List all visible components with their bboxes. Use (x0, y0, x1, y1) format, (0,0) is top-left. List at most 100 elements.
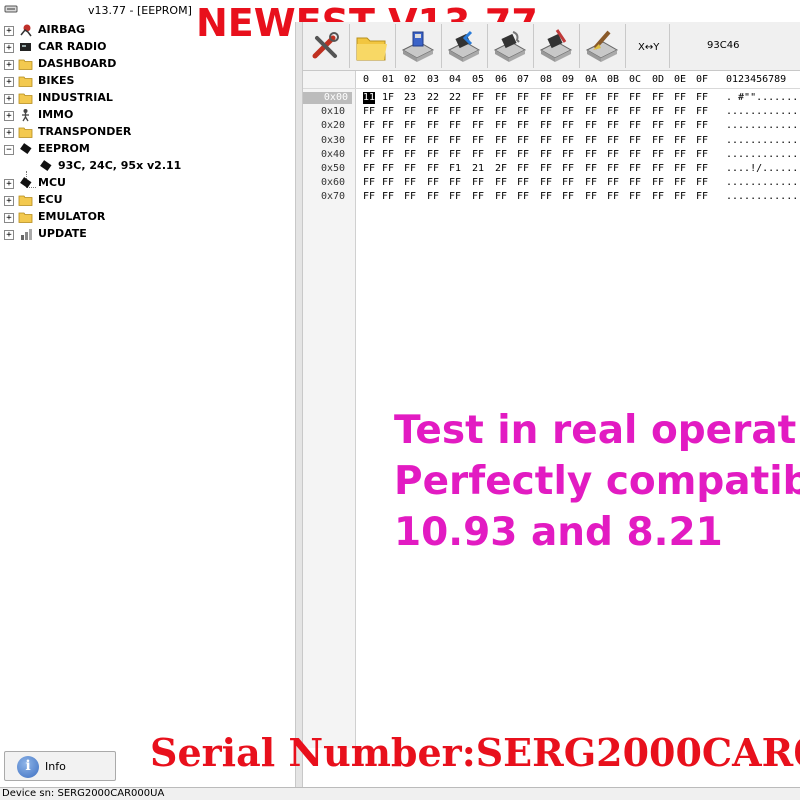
tree-item-industrial[interactable]: + INDUSTRIAL (0, 90, 295, 107)
hex-byte-cell[interactable]: FF (404, 191, 416, 203)
hex-byte-cell[interactable]: FF (629, 177, 641, 189)
hex-byte-cell[interactable]: FF (517, 135, 529, 147)
save-button[interactable] (397, 24, 439, 68)
expander-icon[interactable]: + (4, 213, 14, 223)
hex-byte-cell[interactable]: FF (472, 191, 484, 203)
hex-byte-cell[interactable]: FF (629, 191, 641, 203)
hex-byte-cell[interactable]: FF (382, 120, 394, 132)
write-button[interactable] (535, 24, 577, 68)
hex-byte-cell[interactable]: FF (696, 163, 708, 175)
hex-byte-cell[interactable]: 11 (363, 92, 376, 104)
hex-byte-cell[interactable]: FF (517, 191, 529, 203)
hex-byte-cell[interactable]: FF (629, 149, 641, 161)
hex-byte-cell[interactable]: FF (517, 149, 529, 161)
hex-byte-cell[interactable]: FF (562, 163, 574, 175)
hex-byte-cell[interactable]: FF (540, 106, 552, 118)
hex-byte-cell[interactable]: FF (629, 135, 641, 147)
hex-byte-cell[interactable]: FF (495, 135, 507, 147)
tree-item-ecu[interactable]: + ECU (0, 192, 295, 209)
hex-byte-cell[interactable]: FF (585, 106, 597, 118)
tree-item-mcu[interactable]: + MCU (0, 175, 295, 192)
hex-byte-cell[interactable]: FF (427, 191, 439, 203)
hex-byte-cell[interactable]: FF (382, 106, 394, 118)
hex-byte-cell[interactable]: FF (629, 163, 641, 175)
hex-byte-cell[interactable]: FF (585, 191, 597, 203)
hex-byte-cell[interactable]: FF (495, 92, 507, 104)
hex-byte-cell[interactable]: FF (562, 191, 574, 203)
hex-byte-cell[interactable]: FF (517, 92, 529, 104)
hex-byte-cell[interactable]: FF (363, 163, 375, 175)
hex-byte-cell[interactable]: FF (629, 92, 641, 104)
hex-byte-cell[interactable]: FF (449, 177, 461, 189)
hex-byte-cell[interactable]: FF (585, 135, 597, 147)
hex-byte-cell[interactable]: FF (674, 177, 686, 189)
hex-byte-cell[interactable]: FF (607, 163, 619, 175)
hex-byte-cell[interactable]: FF (562, 106, 574, 118)
hex-byte-cell[interactable]: FF (540, 177, 552, 189)
expander-icon[interactable]: + (4, 128, 14, 138)
hex-byte-cell[interactable]: FF (674, 120, 686, 132)
hex-byte-cell[interactable]: FF (404, 149, 416, 161)
tree-item-immo[interactable]: + IMMO (0, 107, 295, 124)
expander-icon[interactable]: + (4, 179, 14, 189)
tree-item-eeprom[interactable]: − EEPROM (0, 141, 295, 158)
hex-byte-cell[interactable]: FF (382, 149, 394, 161)
hex-byte-cell[interactable]: FF (652, 106, 664, 118)
hex-byte-cell[interactable]: FF (629, 106, 641, 118)
hex-byte-cell[interactable]: FF (674, 191, 686, 203)
hex-byte-cell[interactable]: FF (674, 163, 686, 175)
hex-byte-cell[interactable]: FF (363, 149, 375, 161)
expander-icon[interactable]: + (4, 26, 14, 36)
hex-byte-cell[interactable]: FF (540, 149, 552, 161)
hex-byte-cell[interactable]: FF (449, 135, 461, 147)
hex-byte-cell[interactable]: FF (404, 177, 416, 189)
hex-byte-cell[interactable]: FF (495, 177, 507, 189)
tree-item-dashboard[interactable]: + DASHBOARD (0, 56, 295, 73)
expander-icon[interactable]: + (4, 196, 14, 206)
expander-icon[interactable]: + (4, 111, 14, 121)
hex-byte-cell[interactable]: FF (517, 120, 529, 132)
hex-byte-cell[interactable]: FF (449, 191, 461, 203)
hex-byte-cell[interactable]: FF (472, 120, 484, 132)
hex-byte-cell[interactable]: FF (674, 149, 686, 161)
hex-byte-cell[interactable]: FF (449, 120, 461, 132)
hex-byte-cell[interactable]: FF (404, 163, 416, 175)
info-button[interactable]: i Info (4, 751, 116, 781)
hex-byte-cell[interactable]: FF (652, 177, 664, 189)
expander-icon[interactable]: + (4, 77, 14, 87)
hex-byte-cell[interactable]: FF (495, 191, 507, 203)
hex-byte-cell[interactable]: FF (472, 135, 484, 147)
hex-byte-cell[interactable]: 23 (404, 92, 416, 104)
hex-byte-cell[interactable]: FF (540, 92, 552, 104)
hex-byte-cell[interactable]: FF (404, 120, 416, 132)
hex-byte-cell[interactable]: FF (607, 177, 619, 189)
hex-byte-cell[interactable]: FF (674, 106, 686, 118)
hex-byte-cell[interactable]: 22 (449, 92, 461, 104)
hex-byte-cell[interactable]: FF (696, 106, 708, 118)
hex-byte-cell[interactable]: FF (382, 191, 394, 203)
hex-byte-cell[interactable]: FF (517, 106, 529, 118)
hex-byte-cell[interactable]: FF (472, 177, 484, 189)
hex-byte-cell[interactable]: FF (696, 135, 708, 147)
hex-byte-cell[interactable]: FF (495, 120, 507, 132)
hex-byte-cell[interactable]: FF (562, 149, 574, 161)
hex-byte-cell[interactable]: FF (674, 135, 686, 147)
hex-byte-cell[interactable]: FF (585, 177, 597, 189)
hex-byte-cell[interactable]: FF (363, 120, 375, 132)
hex-byte-cell[interactable]: FF (585, 163, 597, 175)
hex-byte-cell[interactable]: FF (363, 191, 375, 203)
expander-icon[interactable]: + (4, 230, 14, 240)
hex-byte-cell[interactable]: FF (562, 177, 574, 189)
collapse-icon[interactable]: − (4, 145, 14, 155)
tree-item-emulator[interactable]: + EMULATOR (0, 209, 295, 226)
hex-byte-cell[interactable]: FF (607, 92, 619, 104)
hex-byte-cell[interactable]: FF (696, 149, 708, 161)
panel-splitter[interactable] (295, 22, 303, 787)
hex-byte-cell[interactable]: 22 (427, 92, 439, 104)
read-button[interactable] (443, 24, 485, 68)
hex-byte-cell[interactable]: FF (696, 92, 708, 104)
hex-byte-cell[interactable]: FF (363, 106, 375, 118)
hex-byte-cell[interactable]: FF (562, 92, 574, 104)
erase-button[interactable] (581, 24, 623, 68)
tools-button[interactable] (305, 24, 347, 68)
